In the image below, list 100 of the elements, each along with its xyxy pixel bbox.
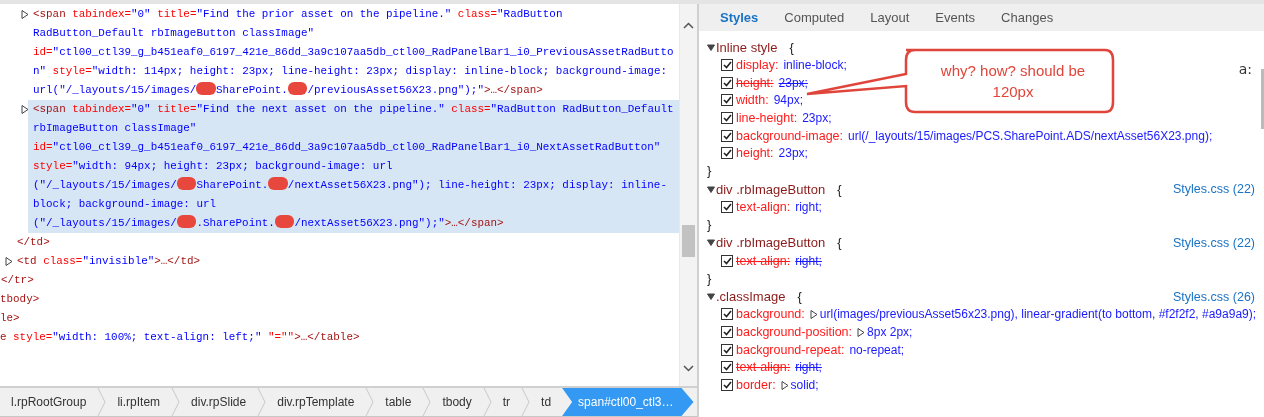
pseudo-state-button[interactable]: a:: [1238, 61, 1252, 77]
checkbox[interactable]: [721, 343, 733, 356]
checkbox[interactable]: [721, 379, 733, 392]
property-value: right;: [795, 360, 822, 375]
source-link[interactable]: Styles.css (22): [1173, 182, 1255, 197]
property-value: 94px;: [773, 93, 803, 108]
checkbox[interactable]: [721, 200, 733, 213]
checkbox[interactable]: [721, 254, 733, 267]
property-value: right;: [795, 199, 822, 214]
breadcrumb-item[interactable]: li.rpItem: [106, 388, 172, 416]
expand-arrow-icon[interactable]: [21, 10, 29, 19]
markup-text: <span tabindex="0" title="Find the next asset on the pipeline." class="RadButton RadButton_Default: [33, 102, 674, 117]
tab[interactable]: Styles: [707, 4, 772, 31]
checkbox[interactable]: [721, 76, 733, 89]
collapse-arrow-icon[interactable]: [707, 42, 715, 52]
tab[interactable]: Layout: [857, 4, 923, 31]
dom-node[interactable]: e style="width: 100%; text-align: left;" "="">…</table>: [0, 328, 679, 347]
callout-text: why? how? should be 120px: [939, 61, 1087, 102]
property-name: text-align:: [736, 199, 791, 214]
tab[interactable]: Changes: [988, 4, 1067, 31]
property-name: background-repeat:: [736, 342, 845, 357]
markup-text: /previousAsset56X23.png");">…</span>: [307, 83, 543, 98]
source-link[interactable]: Styles.css (22): [1173, 235, 1255, 250]
markup-text: le>: [0, 311, 20, 326]
scroll-up-icon[interactable]: [683, 22, 694, 29]
expand-arrow-icon[interactable]: [857, 327, 866, 337]
breadcrumb-item[interactable]: table: [374, 388, 423, 416]
expand-arrow-icon[interactable]: [780, 380, 789, 390]
expand-arrow-icon[interactable]: [809, 309, 818, 319]
markup-text: tbody>: [0, 292, 40, 307]
property-value: 23px;: [778, 146, 808, 161]
markup-text: style="width: 94px; height: 23px; background-image: url: [33, 159, 393, 174]
property-name: border:: [736, 378, 776, 393]
checkbox[interactable]: [721, 326, 733, 339]
redaction-mark: [287, 82, 308, 95]
breadcrumb-item[interactable]: div.rpSlide: [180, 388, 258, 416]
markup-text: SharePoint.: [196, 178, 269, 193]
brace: {: [837, 181, 842, 197]
property-value: 23px;: [802, 110, 832, 125]
brace: }: [707, 163, 712, 179]
markup-text: .SharePoint.: [196, 216, 275, 231]
markup-text: SharePoint.: [216, 83, 288, 98]
breadcrumb-item[interactable]: tr: [491, 388, 522, 416]
checkbox[interactable]: [721, 129, 733, 142]
redaction-mark: [196, 82, 216, 95]
markup-text: </tr>: [1, 273, 34, 288]
property-name: width:: [736, 93, 769, 108]
dom-node[interactable]: [28, 100, 679, 233]
markup-text: ("/_layouts/15/images/: [33, 178, 177, 193]
scroll-down-icon[interactable]: [683, 365, 694, 372]
property-value: right;: [795, 253, 822, 268]
property-value: inline-block;: [783, 57, 847, 72]
markup-text: <td class="invisible">…</td>: [17, 254, 200, 269]
css-selector: Inline style: [716, 39, 778, 55]
scrollbar[interactable]: [679, 4, 697, 386]
checkbox[interactable]: [721, 94, 733, 107]
dom-node[interactable]: <td class="invisible">…</td>: [17, 252, 679, 271]
property-name: background:: [736, 307, 805, 322]
collapse-arrow-icon[interactable]: [707, 292, 715, 301]
breadcrumb-item[interactable]: div.rpTemplate: [266, 388, 366, 416]
tab[interactable]: Computed: [771, 4, 858, 31]
checkbox[interactable]: [721, 58, 733, 71]
brace: }: [707, 216, 712, 232]
collapse-arrow-icon[interactable]: [707, 238, 715, 248]
breadcrumb-item[interactable]: tbody: [431, 388, 483, 416]
expand-arrow-icon[interactable]: [21, 105, 29, 114]
property-name: text-align:: [736, 360, 791, 375]
markup-text: id="ctl00_ctl39_g_b451eaf0_6197_421e_86dd_3a9c107aa5db_ctl00_RadPanelBar1_i0_NextAssetRadButton": [33, 140, 661, 155]
markup-text: RadButton_Default rbImageButton classImage": [33, 26, 315, 41]
redaction-mark: [274, 215, 295, 228]
scroll-thumb[interactable]: [1261, 69, 1264, 129]
markup-text: /nextAsset56X23.png"); line-height: 23px; display: inline-: [287, 178, 667, 193]
markup-text: block; background-image: url: [33, 197, 216, 212]
checkbox[interactable]: [721, 361, 733, 374]
redaction-mark: [268, 177, 288, 190]
markup-text: /nextAsset56X23.png");">…</span>: [294, 216, 504, 231]
property-value: url(images/previousAsset56x23.png), linear-gradient(to bottom, #f2f2f2, #a9a9a9);: [819, 307, 1257, 322]
property-name: line-height:: [736, 110, 798, 125]
brace: {: [837, 235, 842, 251]
expand-arrow-icon[interactable]: [5, 257, 13, 266]
property-name: background-image:: [736, 128, 843, 143]
redaction-mark: [176, 215, 197, 228]
collapse-arrow-icon[interactable]: [707, 184, 715, 194]
checkbox[interactable]: [721, 111, 733, 124]
markup-text: e style="width: 100%; text-align: left;" "="">…</table>: [0, 330, 360, 345]
checkbox[interactable]: [721, 147, 733, 160]
css-selector: div .rbImageButton: [716, 181, 826, 197]
property-value: 8px 2px;: [867, 325, 913, 340]
markup-text: <span tabindex="0" title="Find the prior asset on the pipeline." class="RadButton: [33, 7, 563, 22]
breadcrumb-item[interactable]: l.rpRootGroup: [0, 388, 98, 416]
property-name: background-position:: [736, 325, 853, 340]
tab[interactable]: Events: [922, 4, 989, 31]
checkbox[interactable]: [721, 308, 733, 321]
property-name: height:: [736, 75, 774, 90]
breadcrumb-item[interactable]: td: [530, 388, 563, 416]
css-selector: .classImage: [716, 289, 786, 304]
markup-text: n" style="width: 114px; height: 23px; line-height: 23px; display: inline-block; background-image:: [33, 64, 667, 79]
scroll-thumb[interactable]: [682, 225, 695, 257]
source-link[interactable]: Styles.css (26): [1173, 289, 1255, 304]
brace: }: [707, 270, 712, 286]
